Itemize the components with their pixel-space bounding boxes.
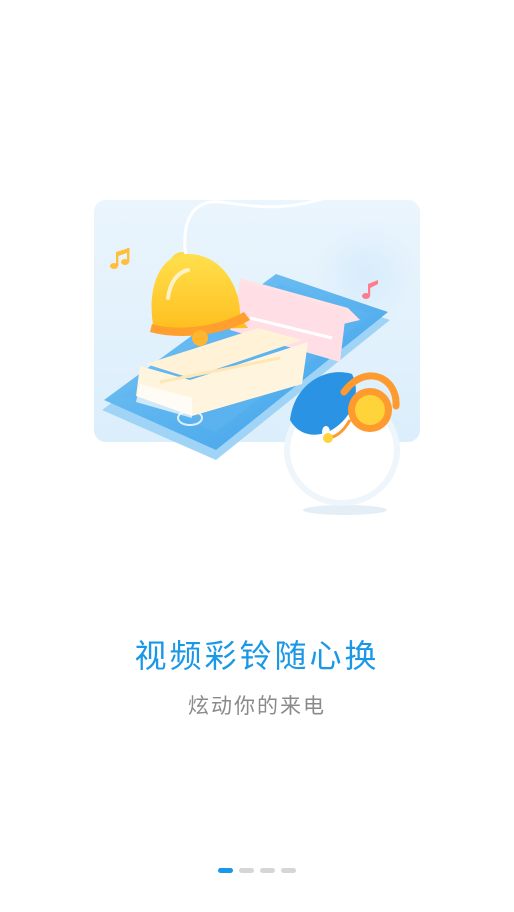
page-dot-4[interactable]: [281, 868, 296, 873]
onboarding-screen[interactable]: 视频彩铃随心换 炫动你的来电: [0, 0, 514, 912]
onboarding-title: 视频彩铃随心换: [134, 637, 380, 675]
page-indicator: [0, 868, 514, 874]
bell-clapper: [192, 330, 208, 346]
page-dot-1[interactable]: [218, 868, 233, 873]
onboarding-subtitle: 炫动你的来电: [188, 694, 326, 718]
page-dot-2[interactable]: [239, 868, 254, 873]
headphone-cup-inner: [355, 395, 385, 425]
phone-bell-mascot-illustration: [94, 196, 420, 515]
shadow-shape: [303, 505, 387, 515]
page-dot-3[interactable]: [260, 868, 275, 873]
mic-tip: [323, 433, 333, 443]
